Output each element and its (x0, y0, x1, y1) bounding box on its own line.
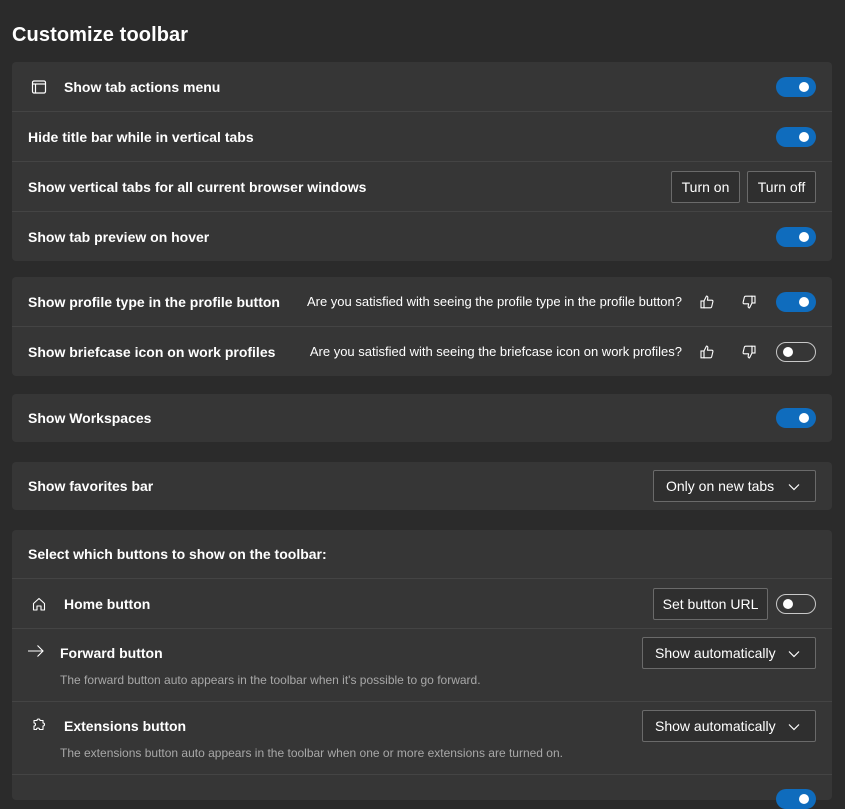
forward-button-description: The forward button auto appears in the t… (60, 673, 481, 687)
workspaces-label: Show Workspaces (28, 410, 152, 426)
home-button-toggle[interactable] (776, 593, 816, 614)
toggle-knob (799, 231, 809, 242)
toggle-knob (799, 794, 809, 804)
page-title: Customize toolbar (12, 24, 189, 46)
favorites-bar-label: Show favorites bar (28, 478, 154, 494)
toggle-knob (799, 131, 809, 142)
turn-off-button[interactable]: Turn off (747, 170, 816, 203)
extensions-puzzle-icon (29, 714, 49, 734)
setting-row-forward-button: Forward button The forward button auto a… (12, 629, 832, 702)
tab-preview-toggle[interactable] (776, 226, 816, 247)
forward-arrow-icon (26, 641, 46, 661)
chevron-down-icon (787, 647, 801, 661)
setting-row-tab-preview: Show tab preview on hover (12, 212, 832, 261)
home-button-label: Home button (64, 595, 151, 612)
tab-preview-label: Show tab preview on hover (28, 228, 210, 245)
briefcase-icon-toggle[interactable] (776, 341, 816, 362)
setting-row-briefcase-icon: Show briefcase icon on work profiles Are… (12, 327, 832, 376)
profile-type-label: Show profile type in the profile button (28, 293, 280, 310)
thumbs-up-icon[interactable] (699, 344, 715, 360)
toggle-knob (799, 81, 809, 92)
toolbar-buttons-card: Select which buttons to show on the tool… (12, 530, 832, 809)
tab-actions-icon (29, 77, 49, 97)
extensions-button-selected-value: Show automatically (655, 718, 776, 734)
vertical-tabs-all-windows-label: Show vertical tabs for all current brows… (28, 178, 367, 195)
setting-row-hide-title-bar: Hide title bar while in vertical tabs (12, 112, 832, 162)
favorites-bar-dropdown[interactable]: Only on new tabs (653, 470, 816, 502)
toggle-knob (783, 346, 793, 357)
setting-row-home-button: Home button Set button URL (12, 579, 832, 629)
thumbs-up-icon[interactable] (699, 294, 715, 310)
home-icon (29, 594, 49, 614)
profile-settings-card: Show profile type in the profile button … (12, 277, 832, 376)
setting-row-next-partial (12, 775, 832, 809)
setting-row-extensions-button: Extensions button The extensions button … (12, 702, 832, 775)
extensions-button-label: Extensions button (64, 718, 187, 734)
tab-actions-menu-toggle[interactable] (776, 76, 816, 97)
favorites-bar-selected-value: Only on new tabs (666, 478, 775, 494)
toolbar-buttons-heading-row: Select which buttons to show on the tool… (12, 530, 832, 579)
toggle-knob (799, 413, 809, 423)
toggle-knob (799, 296, 809, 307)
chevron-down-icon (787, 720, 801, 734)
workspaces-card: Show Workspaces (12, 394, 832, 442)
hide-title-bar-label: Hide title bar while in vertical tabs (28, 128, 254, 145)
turn-on-button[interactable]: Turn on (671, 170, 740, 203)
workspaces-toggle[interactable] (776, 408, 816, 428)
extensions-button-dropdown[interactable]: Show automatically (642, 710, 816, 742)
favorites-bar-card: Show favorites bar Only on new tabs (12, 462, 832, 510)
setting-row-vertical-tabs-all-windows: Show vertical tabs for all current brows… (12, 162, 832, 212)
thumbs-down-icon[interactable] (741, 294, 757, 310)
setting-row-tab-actions-menu: Show tab actions menu (12, 62, 832, 112)
setting-row-profile-type: Show profile type in the profile button … (12, 277, 832, 327)
extensions-button-description: The extensions button auto appears in th… (60, 746, 563, 760)
thumbs-down-icon[interactable] (741, 344, 757, 360)
forward-button-dropdown[interactable]: Show automatically (642, 637, 816, 669)
setting-row-favorites-bar: Show favorites bar Only on new tabs (12, 462, 832, 510)
toolbar-buttons-heading: Select which buttons to show on the tool… (28, 546, 327, 562)
setting-row-workspaces: Show Workspaces (12, 394, 832, 442)
tabs-settings-card: Show tab actions menu Hide title bar whi… (12, 62, 832, 261)
next-setting-toggle[interactable] (776, 789, 816, 809)
tab-actions-menu-label: Show tab actions menu (64, 78, 221, 95)
set-button-url-button[interactable]: Set button URL (653, 587, 768, 620)
forward-button-label: Forward button (60, 645, 163, 661)
profile-type-feedback-question: Are you satisfied with seeing the profil… (306, 294, 682, 309)
hide-title-bar-toggle[interactable] (776, 126, 816, 147)
briefcase-icon-label: Show briefcase icon on work profiles (28, 343, 276, 360)
briefcase-feedback-question: Are you satisfied with seeing the briefc… (309, 344, 682, 359)
forward-button-selected-value: Show automatically (655, 645, 776, 661)
chevron-down-icon (787, 480, 801, 494)
profile-type-toggle[interactable] (776, 291, 816, 312)
toggle-knob (783, 598, 793, 609)
